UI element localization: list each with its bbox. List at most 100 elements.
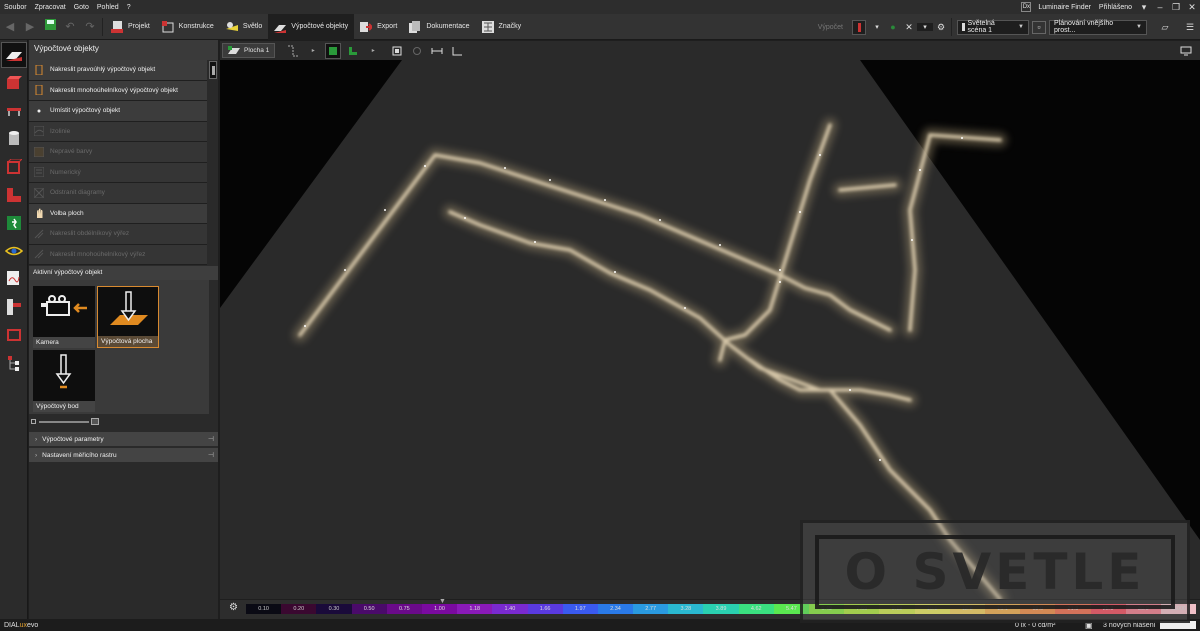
- l-shape-view-icon[interactable]: [345, 43, 361, 59]
- mode-room-icon[interactable]: [1, 70, 27, 96]
- tool-numeric[interactable]: Numerický: [29, 162, 207, 183]
- menu-help[interactable]: ?: [123, 4, 135, 11]
- tab-export[interactable]: Export: [354, 14, 403, 40]
- perspective-icon[interactable]: ▱: [1150, 22, 1180, 33]
- tool-select-surfaces[interactable]: Volba ploch: [29, 203, 207, 224]
- object-tile-camera[interactable]: Kamera: [33, 286, 95, 348]
- settings-gear-icon[interactable]: ⚙: [933, 22, 949, 33]
- luminaire-finder-icon[interactable]: Dx: [1021, 2, 1032, 12]
- slider-track[interactable]: [39, 421, 89, 423]
- dialux-logo: DIALuxevo: [4, 622, 38, 629]
- object-tile-label: Výpočtová plocha: [98, 336, 158, 347]
- chevron-down-icon: ▼: [1136, 24, 1142, 30]
- object-tile-calc-surface[interactable]: Výpočtová plocha: [97, 286, 159, 348]
- view-dropdown-icon[interactable]: ▸: [305, 43, 321, 59]
- mode-cylinder-icon[interactable]: [1, 126, 27, 152]
- close-icon[interactable]: ✕: [1184, 2, 1200, 13]
- calc-surface-icon: [110, 291, 148, 325]
- redo-icon[interactable]: ↷: [80, 14, 100, 40]
- calc-surface-render[interactable]: [220, 60, 1200, 599]
- tab-dokumentace[interactable]: Dokumentace: [403, 14, 475, 40]
- calc-start-icon[interactable]: ●: [885, 22, 901, 32]
- back-icon[interactable]: ◀: [0, 14, 20, 40]
- measure-height-icon[interactable]: [449, 43, 465, 59]
- scale-cell: 0.50: [351, 604, 387, 614]
- calc-dropdown-icon[interactable]: ▾: [869, 23, 885, 31]
- scene-settings-icon[interactable]: ▫: [1032, 20, 1046, 34]
- undo-icon[interactable]: ↶: [60, 14, 80, 40]
- floor-plan-icon[interactable]: [285, 43, 301, 59]
- mode-calc-surface-icon[interactable]: [1, 42, 27, 68]
- menu-zpracovat[interactable]: Zpracovat: [31, 4, 70, 11]
- solid-view-icon[interactable]: [325, 42, 342, 59]
- tab-znacky[interactable]: Značky: [476, 14, 528, 40]
- light-scene-icon: [962, 23, 965, 31]
- calc-cancel-icon[interactable]: ✕: [901, 22, 917, 33]
- tab-projekt[interactable]: Projekt: [105, 14, 156, 40]
- tool-draw-polygonal-cutout[interactable]: Nakreslit mnohoúhelníkový výřez: [29, 244, 207, 265]
- tab-vypoctove-objekty[interactable]: Výpočtové objekty: [268, 13, 355, 40]
- menu-right: Dx Luminaire Finder Přihlášeno ▾ – ❐ ✕: [1021, 0, 1200, 14]
- tool-remove-diagrams[interactable]: Odstranit diagramy: [29, 183, 207, 204]
- scale-settings-gear-icon[interactable]: ⚙: [229, 602, 238, 613]
- tool-false-colors[interactable]: Nepravé barvy: [29, 142, 207, 163]
- hamburger-menu-icon[interactable]: ☰: [1180, 22, 1200, 33]
- mode-tree-icon[interactable]: [1, 350, 27, 376]
- measure-distance-icon[interactable]: [429, 43, 445, 59]
- pin-icon[interactable]: ⊣: [208, 435, 214, 443]
- panel-title: Výpočtové objekty: [29, 40, 218, 60]
- menu-bar: Soubor Zpracovat Goto Pohled ? Dx Lumina…: [0, 0, 1200, 14]
- scrollbar-thumb[interactable]: [212, 66, 215, 75]
- tab-svetlo[interactable]: Světlo: [220, 14, 268, 40]
- tool-draw-rectangular-cutout[interactable]: Nakreslit obdélníkový výřez: [29, 224, 207, 245]
- tool-label: Umístit výpočtový objekt: [50, 107, 121, 115]
- object-tile-label: Výpočtový bod: [33, 401, 95, 412]
- menu-soubor[interactable]: Soubor: [0, 4, 31, 11]
- viewport-tab-plocha[interactable]: Plocha 1: [222, 43, 276, 58]
- mode-chart-icon[interactable]: [1, 266, 27, 292]
- panel-scrollbar[interactable]: [209, 61, 217, 79]
- object-tile-calc-point[interactable]: Výpočtový bod: [33, 350, 95, 412]
- save-icon[interactable]: [40, 14, 60, 40]
- section-calc-parameters[interactable]: › Výpočtové parametry ⊣: [29, 432, 218, 446]
- mode-emergency-exit-icon[interactable]: [1, 210, 27, 236]
- cancel-dropdown-icon[interactable]: ▾: [917, 23, 933, 31]
- scale-cell: 0.30: [316, 604, 352, 614]
- calc-mode-select[interactable]: [852, 19, 866, 35]
- login-dropdown-icon[interactable]: ▾: [1136, 2, 1152, 13]
- tile-size-slider[interactable]: [31, 418, 101, 426]
- view-more-icon[interactable]: ▸: [365, 43, 381, 59]
- maximize-icon[interactable]: ❐: [1168, 2, 1184, 13]
- zoom-extents-icon[interactable]: [389, 43, 405, 59]
- tab-konstrukce[interactable]: Konstrukce: [156, 14, 220, 40]
- camera-icon: [41, 295, 87, 316]
- tool-place-object[interactable]: Umístit výpočtový objekt: [29, 101, 207, 122]
- mode-box-icon[interactable]: [1, 154, 27, 180]
- zoom-selection-icon[interactable]: [409, 43, 425, 59]
- light-scene-select[interactable]: Světelná scéna 1 ▼: [957, 19, 1029, 35]
- mode-wall-icon[interactable]: [1, 294, 27, 320]
- tool-isolines[interactable]: Izolinie: [29, 121, 207, 142]
- mode-visibility-eye-icon[interactable]: [1, 238, 27, 264]
- project-icon: [111, 20, 123, 33]
- pin-icon[interactable]: ⊣: [208, 451, 214, 459]
- slider-min-icon: [31, 419, 36, 424]
- mode-table-icon[interactable]: [1, 98, 27, 124]
- rectangle-tool-icon: [35, 64, 43, 75]
- login-status[interactable]: Přihlášeno: [1095, 4, 1136, 11]
- calc-button[interactable]: Výpočet: [812, 14, 849, 40]
- mode-frame-icon[interactable]: [1, 322, 27, 348]
- forward-icon[interactable]: ▶: [20, 14, 40, 40]
- section-grid-settings[interactable]: › Nastavení měřicího rastru ⊣: [29, 448, 218, 462]
- tool-draw-polygonal-object[interactable]: Nakreslit mnohoúhelníkový výpočtový obje…: [29, 80, 207, 101]
- menu-pohled[interactable]: Pohled: [93, 4, 123, 11]
- fullscreen-icon[interactable]: [1178, 43, 1194, 59]
- mode-corner-icon[interactable]: [1, 182, 27, 208]
- menu-goto[interactable]: Goto: [70, 4, 93, 11]
- minimize-icon[interactable]: –: [1152, 2, 1168, 12]
- planning-mode-select[interactable]: Plánování vnějšího prost... ▼: [1049, 19, 1147, 35]
- 3d-viewport[interactable]: [220, 60, 1200, 599]
- tool-label: Odstranit diagramy: [50, 189, 105, 197]
- luminaire-finder-link[interactable]: Luminaire Finder: [1034, 4, 1095, 11]
- tool-draw-rectangular-object[interactable]: Nakreslit pravoúhlý výpočtový objekt: [29, 60, 207, 81]
